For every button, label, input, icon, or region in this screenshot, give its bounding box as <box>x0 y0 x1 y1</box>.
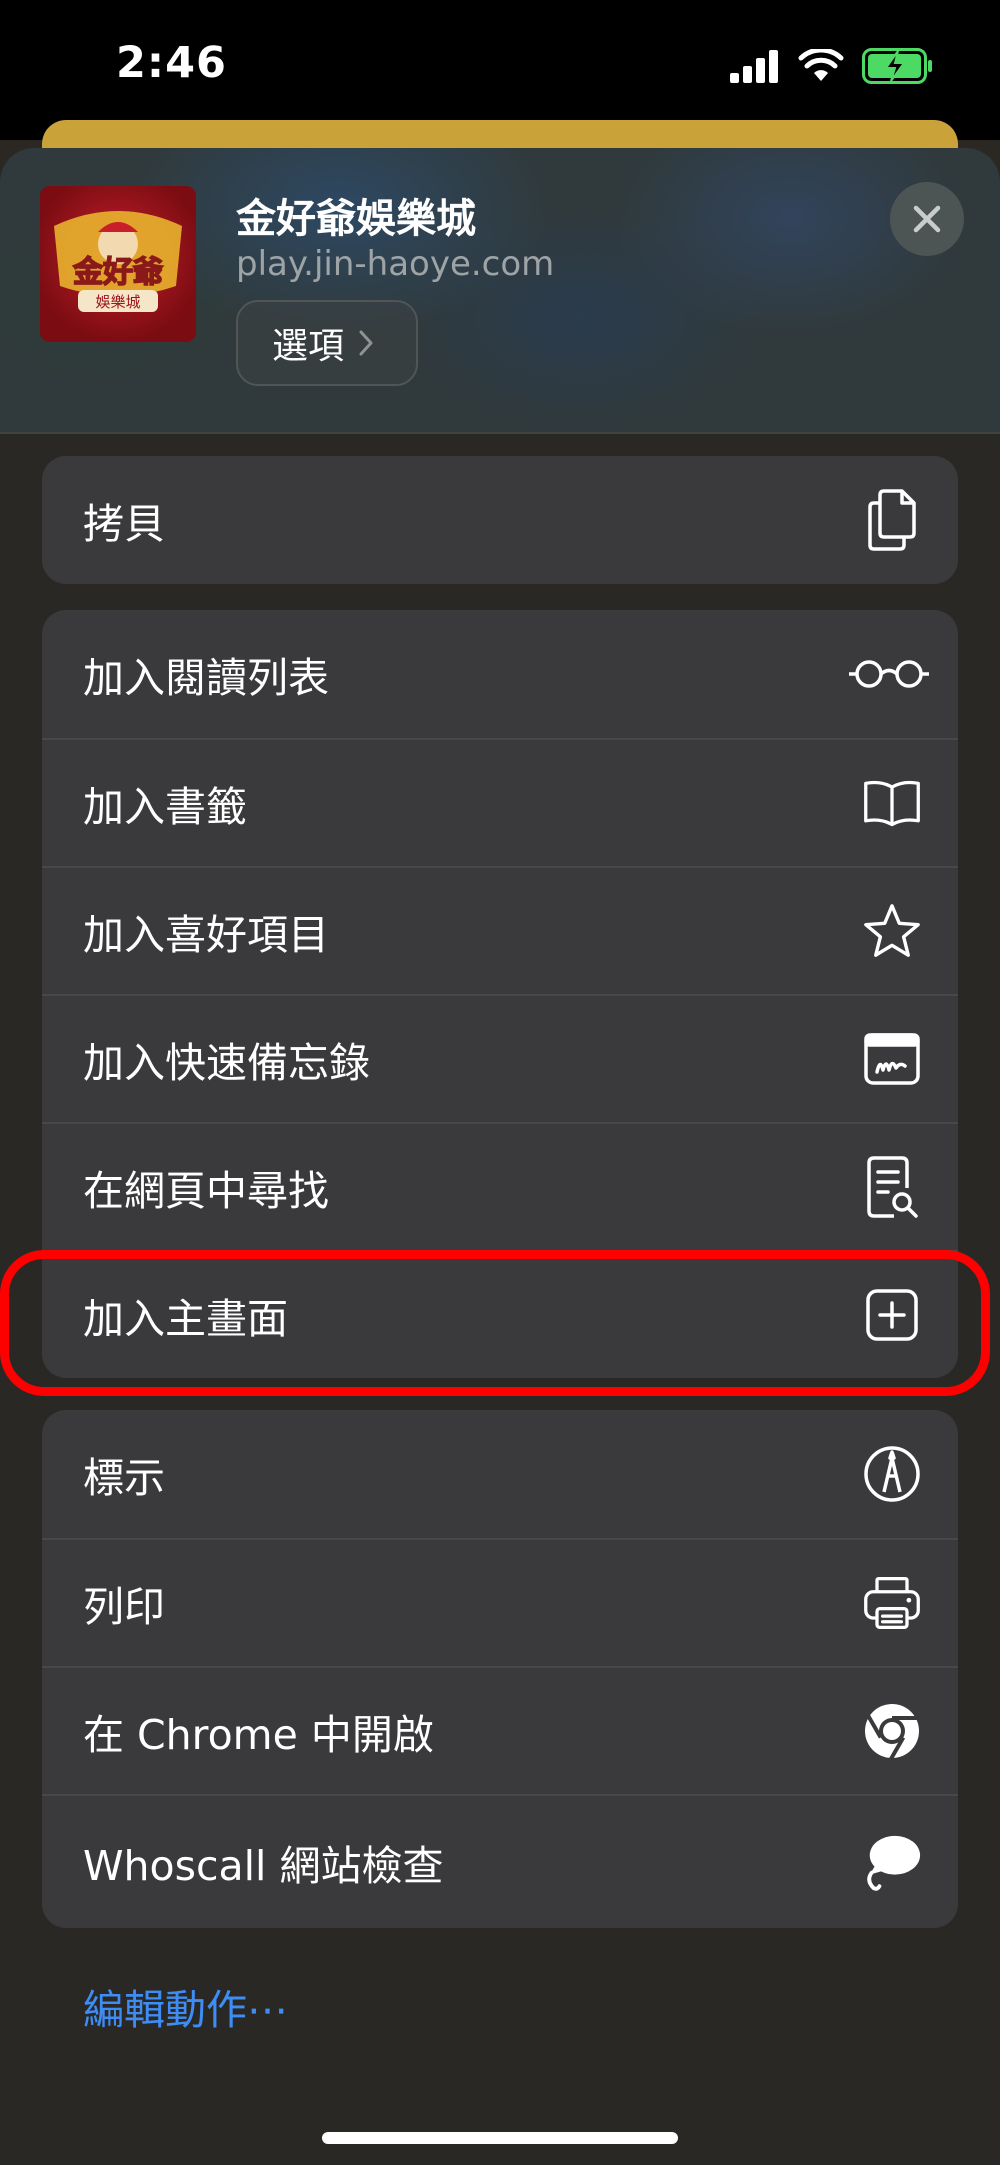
battery-charging-icon <box>862 48 932 84</box>
share-sheet-header: 金好爺 娛樂城 金好爺娛樂城 play.jin-haoye.com 選項 <box>0 148 1000 434</box>
home-indicator <box>322 2132 678 2144</box>
action-open-in-chrome[interactable]: 在 Chrome 中開啟 <box>42 1666 958 1794</box>
action-label: 在 Chrome 中開啟 <box>83 1711 434 1759</box>
status-bar: 2:46 <box>0 0 1000 140</box>
action-add-favorite[interactable]: 加入喜好項目 <box>42 866 958 994</box>
site-title: 金好爺娛樂城 <box>236 196 476 242</box>
app-icon-subtext: 娛樂城 <box>95 293 140 311</box>
highlight-box <box>0 1250 990 1396</box>
options-label: 選項 <box>272 326 345 367</box>
action-label: 加入喜好項目 <box>83 911 329 959</box>
action-group-copy: 拷貝 <box>42 456 958 584</box>
action-label: 加入快速備忘錄 <box>83 1039 370 1087</box>
action-label: 拷貝 <box>83 500 165 548</box>
book-icon <box>862 773 922 833</box>
copy-icon <box>862 489 922 551</box>
action-label: 加入書籤 <box>83 783 247 831</box>
chrome-icon <box>862 1701 922 1761</box>
action-add-bookmark[interactable]: 加入書籤 <box>42 738 958 866</box>
wifi-icon <box>798 49 844 81</box>
markup-icon <box>862 1444 922 1504</box>
action-group-more: 標示 列印 在 Chrome 中開啟 Whoscall 網站檢查 <box>42 1410 958 1928</box>
site-url: play.jin-haoye.com <box>236 244 555 284</box>
whoscall-icon <box>862 1832 922 1892</box>
glasses-icon <box>844 644 934 704</box>
close-button[interactable] <box>890 182 964 256</box>
action-label: 加入閱讀列表 <box>83 654 329 702</box>
action-label: 在網頁中尋找 <box>83 1167 329 1215</box>
find-in-page-icon <box>862 1156 922 1218</box>
action-add-reading-list[interactable]: 加入閱讀列表 <box>42 610 958 738</box>
app-icon-text: 金好爺 <box>72 255 163 290</box>
share-sheet: 金好爺 娛樂城 金好爺娛樂城 play.jin-haoye.com 選項 拷貝 <box>0 148 1000 2165</box>
quick-note-icon <box>862 1029 922 1089</box>
action-copy[interactable]: 拷貝 <box>42 456 958 584</box>
action-markup[interactable]: 標示 <box>42 1410 958 1538</box>
action-label: 列印 <box>83 1583 165 1631</box>
close-icon <box>913 205 941 233</box>
options-button[interactable]: 選項 <box>236 300 418 386</box>
cellular-signal-icon <box>730 50 778 83</box>
star-icon <box>862 901 922 961</box>
status-time: 2:46 <box>116 38 227 88</box>
status-icons <box>730 46 934 86</box>
action-find-in-page[interactable]: 在網頁中尋找 <box>42 1122 958 1250</box>
chevron-right-icon <box>359 330 373 356</box>
action-label: 標示 <box>83 1454 165 1502</box>
printer-icon <box>862 1573 922 1633</box>
action-label: Whoscall 網站檢查 <box>83 1842 444 1890</box>
edit-actions-link[interactable]: 編輯動作⋯ <box>83 1976 288 2036</box>
action-add-quick-note[interactable]: 加入快速備忘錄 <box>42 994 958 1122</box>
action-print[interactable]: 列印 <box>42 1538 958 1666</box>
site-app-icon: 金好爺 娛樂城 <box>40 186 196 342</box>
action-whoscall-check[interactable]: Whoscall 網站檢查 <box>42 1794 958 1928</box>
